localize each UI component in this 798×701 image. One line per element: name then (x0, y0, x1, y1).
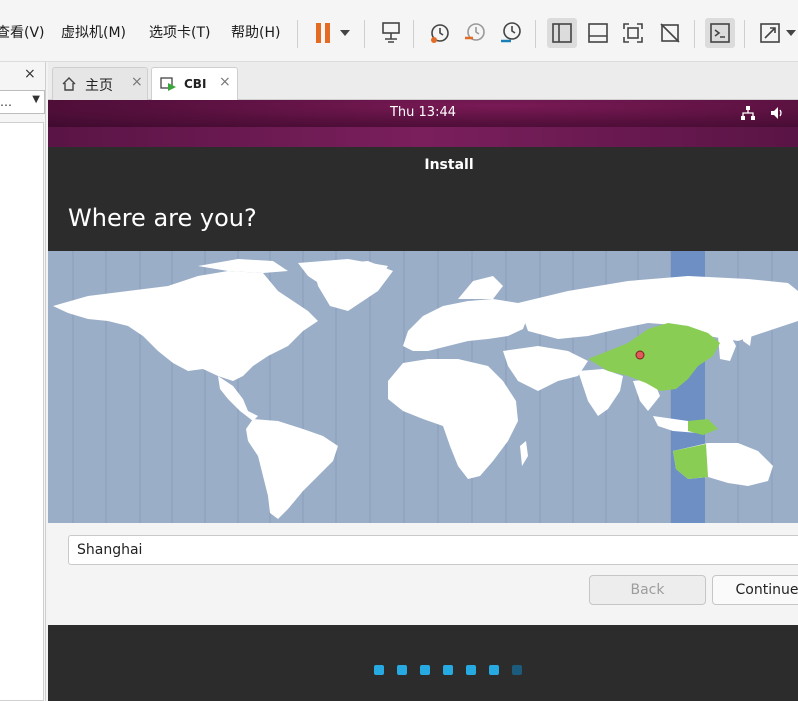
tab-home-close-button[interactable]: × (131, 74, 143, 90)
library-filter-value: … (0, 95, 12, 109)
library-filter-select[interactable]: … ▼ (0, 90, 45, 114)
full-screen-button[interactable] (618, 18, 648, 48)
tab-home-label: 主页 (85, 78, 113, 94)
toolbar-separator (744, 20, 745, 48)
stretch-arrows-icon (760, 23, 780, 43)
volume-icon[interactable] (769, 105, 785, 125)
network-computer-icon (382, 22, 400, 43)
bottom-panel-layout-icon (588, 23, 608, 43)
menu-tabs[interactable]: 选项卡(T) (149, 22, 210, 42)
revert-clock-icon (465, 23, 485, 41)
page-heading: Where are you? (68, 204, 257, 232)
library-panel: × … ▼ (0, 62, 46, 701)
vmware-window: 查看(V) 虚拟机(M) 选项卡(T) 帮助(H) × … ▼ 主页 × CBI… (0, 0, 798, 701)
toolbar-separator (364, 20, 365, 48)
show-library-button[interactable] (547, 18, 577, 48)
show-thumbnail-bar-button[interactable] (583, 18, 613, 48)
library-tree[interactable] (0, 122, 44, 701)
network-icon[interactable] (740, 105, 756, 125)
stretch-dropdown-button[interactable] (784, 18, 798, 48)
progress-dot (397, 665, 407, 675)
progress-dot (466, 665, 476, 675)
installer-title: Install (424, 157, 474, 173)
toolbar-separator (535, 20, 536, 48)
dropdown-arrow-icon (340, 30, 350, 36)
installer-progress (48, 625, 798, 701)
snapshot-manager-button[interactable] (496, 18, 526, 48)
snapshot-button[interactable] (425, 18, 455, 48)
unity-slash-icon (660, 23, 680, 43)
fullscreen-icon (623, 23, 643, 43)
toolbar-separator (694, 20, 695, 48)
toolbar-separator (297, 20, 298, 48)
library-close-button[interactable]: × (24, 66, 36, 82)
tab-home[interactable]: 主页 × (52, 67, 148, 100)
console-view-button[interactable] (705, 18, 735, 48)
tab-cbi-label: CBI (184, 77, 207, 91)
vm-console[interactable]: Thu 13:44 Install Where are you? Shangha… (48, 100, 798, 701)
pause-icon (316, 23, 330, 43)
location-input[interactable] (68, 535, 798, 565)
snapshot-clock-icon (431, 24, 449, 43)
progress-dot (512, 665, 522, 675)
menu-help[interactable]: 帮助(H) (231, 22, 280, 42)
stretch-guest-button[interactable] (755, 18, 785, 48)
continue-button[interactable]: Continue (712, 575, 798, 605)
home-icon (62, 77, 76, 91)
desktop-wallpaper (48, 127, 798, 147)
dropdown-arrow-icon (786, 30, 796, 36)
revert-snapshot-button[interactable] (460, 18, 490, 48)
power-dropdown-button[interactable] (334, 18, 356, 48)
tab-cbi[interactable]: CBI × (151, 67, 238, 101)
vm-tabbar: 主页 × CBI × (48, 62, 798, 101)
world-map-image (53, 251, 798, 523)
progress-dot (443, 665, 453, 675)
terminal-icon (710, 23, 730, 43)
progress-dot (420, 665, 430, 675)
snapshot-manager-icon (501, 22, 521, 43)
menu-vm[interactable]: 虚拟机(M) (61, 22, 126, 42)
unity-mode-button[interactable] (655, 18, 685, 48)
back-button[interactable]: Back (589, 575, 706, 605)
installer-window: Install Where are you? Shanghai Back Con… (48, 147, 798, 625)
toolbar-separator (413, 20, 414, 48)
sidebar-layout-icon (552, 23, 572, 43)
progress-dot (489, 665, 499, 675)
tab-cbi-close-button[interactable]: × (219, 74, 231, 90)
location-form: Back Continue (48, 523, 798, 625)
timezone-map[interactable] (48, 251, 798, 523)
clock[interactable]: Thu 13:44 (48, 105, 798, 120)
send-ctrl-alt-del-button[interactable] (376, 18, 406, 48)
vm-running-icon (160, 77, 176, 91)
host-menubar: 查看(V) 虚拟机(M) 选项卡(T) 帮助(H) (0, 0, 798, 62)
gnome-top-bar: Thu 13:44 (48, 100, 798, 127)
menu-view[interactable]: 查看(V) (0, 22, 45, 42)
progress-dot (374, 665, 384, 675)
chevron-down-icon: ▼ (32, 94, 40, 105)
